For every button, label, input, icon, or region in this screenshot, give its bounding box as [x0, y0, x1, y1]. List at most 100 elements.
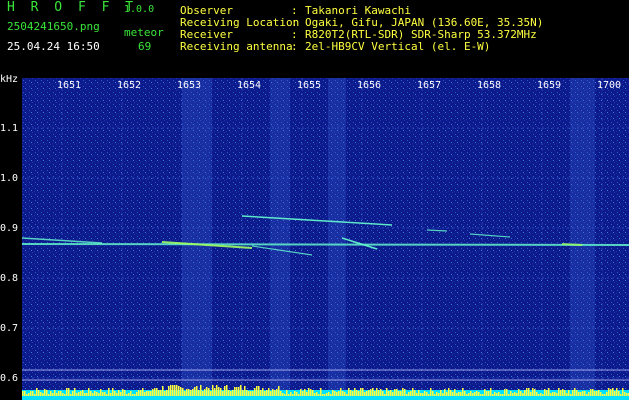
signal-level-bar: [408, 392, 410, 396]
signal-level-bar: [72, 391, 74, 396]
signal-level-bar: [86, 393, 88, 396]
signal-level-bar: [216, 385, 218, 396]
carrier-trace: [22, 243, 629, 246]
signal-level-bar: [292, 394, 294, 396]
signal-level-bar: [138, 390, 140, 396]
signal-level-bar: [148, 391, 150, 396]
signal-level-bar: [422, 393, 424, 396]
signal-level-bar: [38, 390, 40, 396]
signal-level-bar: [48, 394, 50, 396]
signal-level-bar: [190, 390, 192, 396]
signal-level-bar: [254, 388, 256, 396]
signal-level-bar: [360, 388, 362, 396]
x-tick-label: 1658: [477, 80, 502, 91]
signal-level-bar: [36, 388, 38, 396]
signal-level-bar: [198, 390, 200, 396]
signal-level-bar: [40, 392, 42, 396]
signal-level-bar: [566, 393, 568, 396]
signal-level-bar: [234, 387, 236, 396]
signal-level-bar: [412, 388, 414, 396]
signal-level-bar: [26, 394, 28, 396]
signal-level-bar: [96, 392, 98, 396]
signal-level-bar: [624, 392, 626, 396]
x-tick-label: 1652: [117, 80, 142, 91]
signal-level-bar: [478, 392, 480, 396]
signal-level-bar: [306, 392, 308, 396]
signal-level-bar: [308, 388, 310, 396]
signal-level-bar: [84, 393, 86, 396]
signal-level-bar: [298, 394, 300, 396]
signal-level-bar: [388, 391, 390, 396]
noise-band: [182, 78, 212, 400]
signal-level-bar: [418, 390, 420, 396]
signal-level-bar: [532, 388, 534, 396]
signal-level-bar: [374, 391, 376, 396]
signal-level-bar: [124, 390, 126, 396]
signal-level-bar: [76, 393, 78, 396]
signal-level-bar: [204, 389, 206, 396]
signal-level-bar: [120, 392, 122, 396]
signal-level-bar: [266, 390, 268, 396]
signal-level-bar: [256, 386, 258, 396]
signal-level-bar: [386, 388, 388, 396]
signal-level-bar: [520, 391, 522, 396]
signal-level-bar: [206, 387, 208, 396]
signal-level-bar: [490, 388, 492, 396]
signal-level-bar: [494, 392, 496, 396]
antenna-value: 2el-HB9CV Vertical (el. E-W): [305, 40, 491, 53]
signal-level-bar: [236, 387, 238, 396]
signal-level-bar: [346, 394, 348, 396]
signal-level-bar: [212, 385, 214, 396]
signal-level-bar: [182, 388, 184, 396]
signal-level-bar: [522, 393, 524, 396]
signal-level-bar: [150, 391, 152, 396]
timestamp: 25.04.24 16:50: [7, 40, 100, 53]
signal-level-bar: [606, 392, 608, 396]
signal-level-bar: [334, 391, 336, 396]
signal-level-bar: [372, 388, 374, 396]
signal-level-bar: [222, 391, 224, 396]
signal-level-bar: [162, 386, 164, 396]
signal-level-bar: [398, 391, 400, 396]
app-title: H R O F F T: [7, 0, 138, 15]
signal-level-bar: [620, 394, 622, 396]
y-tick-label: 0.6: [0, 373, 19, 384]
signal-level-bar: [384, 394, 386, 396]
signal-level-bar: [160, 390, 162, 396]
signal-level-bar: [596, 391, 598, 396]
signal-level-bar: [448, 388, 450, 396]
signal-level-bar: [342, 391, 344, 396]
signal-level-bar: [442, 393, 444, 396]
signal-level-bar: [368, 390, 370, 396]
signal-level-bar: [64, 394, 66, 396]
signal-level-bar: [250, 391, 252, 396]
signal-level-bar: [336, 392, 338, 396]
signal-level-bar: [60, 391, 62, 396]
signal-level-bar: [100, 389, 102, 396]
signal-level-bar: [24, 391, 26, 396]
signal-level-bar: [598, 390, 600, 396]
signal-level-bar: [176, 385, 178, 396]
signal-level-bar: [158, 390, 160, 396]
signal-level-bar: [574, 388, 576, 396]
signal-level-bar: [544, 389, 546, 396]
signal-level-bar: [214, 388, 216, 396]
signal-level-bar: [332, 390, 334, 396]
signal-level-bar: [82, 390, 84, 396]
signal-level-bar: [528, 388, 530, 396]
signal-level-bar: [414, 390, 416, 396]
signal-level-bar: [552, 392, 554, 396]
x-tick-label: 1654: [237, 80, 262, 91]
signal-level-bar: [554, 392, 556, 396]
signal-level-bar: [310, 389, 312, 396]
signal-level-bar: [170, 385, 172, 396]
signal-level-bar: [362, 388, 364, 396]
signal-level-bar: [516, 393, 518, 396]
signal-level-bar: [556, 393, 558, 396]
signal-level-bar: [88, 388, 90, 396]
signal-level-bar: [322, 394, 324, 396]
signal-level-bar: [318, 394, 320, 396]
signal-level-bar: [252, 391, 254, 396]
signal-level-bar: [352, 391, 354, 396]
signal-level-bar: [248, 391, 250, 396]
